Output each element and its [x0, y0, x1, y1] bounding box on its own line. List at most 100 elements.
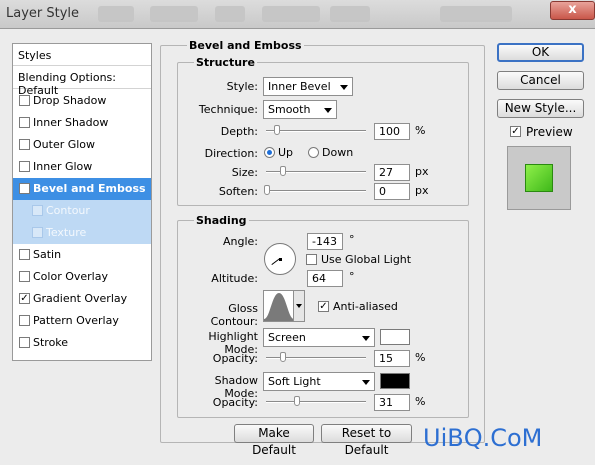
preview-checkbox[interactable]: ✓ [510, 126, 521, 137]
new-style-button[interactable]: New Style... [497, 99, 584, 118]
angle-dial[interactable] [264, 243, 296, 275]
color-overlay-checkbox[interactable] [19, 271, 30, 282]
altitude-unit: ° [349, 270, 355, 283]
close-button[interactable]: x [550, 1, 595, 20]
toolbar-blur [215, 6, 245, 22]
soften-label: Soften: [218, 185, 258, 198]
highlight-mode-dropdown[interactable]: Screen [263, 328, 375, 347]
title-bar: Layer Style x [0, 0, 595, 29]
direction-label: Direction: [204, 147, 258, 160]
soften-slider-thumb[interactable] [264, 185, 270, 195]
size-label: Size: [231, 166, 258, 179]
watermark-text: UiBQ.CoM [423, 424, 543, 452]
window-title: Layer Style [6, 6, 80, 21]
toolbar-blur [330, 6, 370, 22]
depth-input[interactable]: 100 [374, 123, 410, 140]
angle-center-dot [279, 258, 282, 261]
drop-shadow-checkbox[interactable] [19, 95, 30, 106]
chevron-down-icon [362, 336, 370, 341]
highlight-opacity-label: Opacity: [212, 352, 258, 365]
technique-dropdown[interactable]: Smooth [263, 100, 337, 119]
chevron-down-icon [296, 304, 302, 308]
angle-input[interactable]: -143 [307, 233, 343, 250]
highlight-opacity-input[interactable]: 15 [374, 350, 410, 367]
bevel-emboss-title: Bevel and Emboss [187, 39, 304, 52]
chevron-down-icon [340, 85, 348, 90]
contour-checkbox[interactable] [32, 205, 43, 216]
size-input[interactable]: 27 [374, 164, 410, 181]
technique-label: Technique: [198, 103, 258, 116]
direction-up-label: Up [278, 146, 294, 159]
highlight-opacity-slider-thumb[interactable] [280, 352, 286, 362]
style-bevel-emboss[interactable]: ✓ Bevel and Emboss [13, 178, 151, 200]
soften-slider-track[interactable] [266, 190, 366, 192]
style-gradient-overlay[interactable]: ✓ Gradient Overlay [13, 288, 151, 310]
soften-input[interactable]: 0 [374, 183, 410, 200]
blending-options[interactable]: Blending Options: Default [13, 66, 151, 97]
texture-checkbox[interactable] [32, 227, 43, 238]
inner-shadow-checkbox[interactable] [19, 117, 30, 128]
direction-up-radio[interactable] [264, 147, 275, 158]
inner-glow-checkbox[interactable] [19, 161, 30, 172]
direction-down-label: Down [322, 146, 354, 159]
highlight-opacity-unit: % [415, 351, 426, 364]
size-slider-thumb[interactable] [280, 166, 286, 176]
style-inner-shadow[interactable]: Inner Shadow [13, 112, 151, 134]
style-pattern-overlay[interactable]: Pattern Overlay [13, 310, 151, 332]
bevel-emboss-checkbox[interactable]: ✓ [19, 183, 30, 194]
gloss-contour-picker[interactable] [263, 290, 305, 322]
contour-curve-icon [264, 293, 294, 321]
chevron-down-icon [362, 380, 370, 385]
style-outer-glow[interactable]: Outer Glow [13, 134, 151, 156]
shadow-mode-dropdown[interactable]: Soft Light [263, 372, 375, 391]
highlight-color-swatch[interactable] [380, 329, 410, 345]
gradient-overlay-checkbox[interactable]: ✓ [19, 293, 30, 304]
chevron-down-icon [324, 108, 332, 113]
depth-unit: % [415, 124, 426, 137]
cancel-button[interactable]: Cancel [497, 71, 584, 90]
shadow-opacity-input[interactable]: 31 [374, 394, 410, 411]
shadow-opacity-unit: % [415, 395, 426, 408]
style-drop-shadow[interactable]: Drop Shadow [13, 90, 151, 112]
make-default-button[interactable]: Make Default [234, 424, 314, 457]
structure-title: Structure [194, 56, 257, 69]
style-texture[interactable]: Texture [13, 222, 151, 244]
ok-button[interactable]: OK [497, 43, 584, 62]
size-unit: px [415, 165, 429, 178]
preview-label: Preview [526, 125, 573, 139]
style-dropdown[interactable]: Inner Bevel [263, 77, 353, 96]
styles-header[interactable]: Styles [13, 44, 151, 66]
altitude-label: Altitude: [211, 272, 258, 285]
style-satin[interactable]: Satin [13, 244, 151, 266]
anti-aliased-label: Anti-aliased [333, 300, 398, 313]
toolbar-blur [262, 6, 320, 22]
toolbar-blur [98, 6, 134, 22]
style-contour[interactable]: Contour [13, 200, 151, 222]
depth-slider-thumb[interactable] [274, 125, 280, 135]
anti-aliased-checkbox[interactable]: ✓ [318, 301, 329, 312]
preview-swatch [525, 164, 553, 192]
outer-glow-checkbox[interactable] [19, 139, 30, 150]
shadow-color-swatch[interactable] [380, 373, 410, 389]
reset-default-button[interactable]: Reset to Default [321, 424, 412, 457]
style-inner-glow[interactable]: Inner Glow [13, 156, 151, 178]
shading-title: Shading [194, 214, 249, 227]
shadow-opacity-slider-thumb[interactable] [294, 396, 300, 406]
style-stroke[interactable]: Stroke [13, 332, 151, 354]
toolbar-blur [440, 6, 512, 22]
global-light-checkbox[interactable] [306, 254, 317, 265]
direction-down-radio[interactable] [308, 147, 319, 158]
styles-list: Styles Blending Options: Default Drop Sh… [12, 43, 152, 361]
altitude-input[interactable]: 64 [307, 270, 343, 287]
toolbar-blur [150, 6, 198, 22]
shadow-opacity-slider-track[interactable] [266, 401, 366, 403]
close-icon: x [568, 2, 577, 17]
soften-unit: px [415, 184, 429, 197]
depth-slider-track[interactable] [266, 130, 366, 132]
angle-unit: ° [349, 233, 355, 246]
stroke-checkbox[interactable] [19, 337, 30, 348]
shadow-opacity-label: Opacity: [212, 396, 258, 409]
satin-checkbox[interactable] [19, 249, 30, 260]
style-color-overlay[interactable]: Color Overlay [13, 266, 151, 288]
pattern-overlay-checkbox[interactable] [19, 315, 30, 326]
